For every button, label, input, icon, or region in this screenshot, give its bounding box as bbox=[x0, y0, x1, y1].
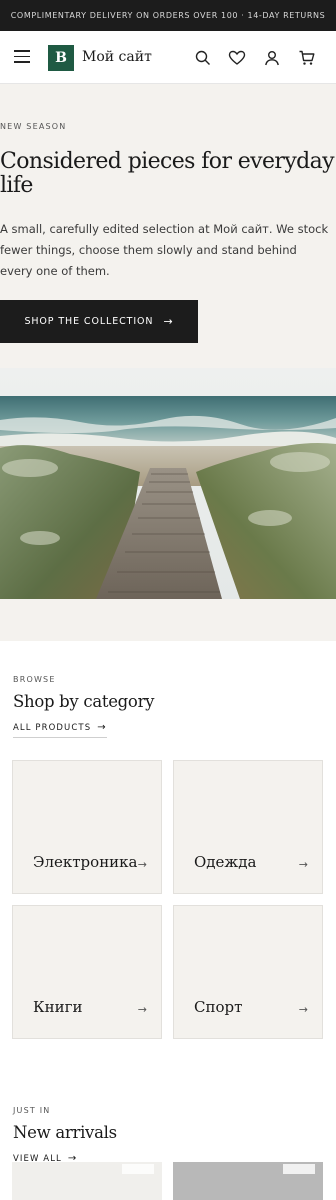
all-products-label: ALL PRODUCTS bbox=[13, 723, 92, 733]
site-header: B Мой сайт bbox=[0, 31, 336, 84]
hero-body: A small, carefully edited selection at М… bbox=[0, 222, 329, 278]
arrow-right-icon: → bbox=[97, 722, 107, 733]
arrow-right-icon: → bbox=[137, 1003, 147, 1016]
site-name[interactable]: Мой сайт bbox=[82, 49, 152, 65]
heart-icon[interactable] bbox=[228, 49, 246, 67]
category-card-books[interactable]: Книги → bbox=[12, 905, 162, 1039]
category-name: Спорт bbox=[194, 998, 243, 1016]
announcement-bar: COMPLIMENTARY DELIVERY ON ORDERS OVER 10… bbox=[0, 0, 336, 31]
category-card-electronics[interactable]: Электроника → bbox=[12, 760, 162, 894]
arrivals-title: New arrivals bbox=[13, 1123, 117, 1142]
product-card[interactable] bbox=[173, 1162, 323, 1200]
categories-title: Shop by category bbox=[13, 692, 155, 711]
product-badge bbox=[283, 1164, 315, 1174]
category-card-sport[interactable]: Спорт → bbox=[173, 905, 323, 1039]
category-name: Книги bbox=[33, 998, 83, 1016]
all-products-link[interactable]: ALL PRODUCTS → bbox=[13, 722, 107, 738]
category-name: Электроника bbox=[33, 853, 138, 871]
hero-title: Considered pieces for everyday life bbox=[0, 149, 335, 198]
shop-collection-button[interactable]: SHOP THE COLLECTION → bbox=[0, 300, 198, 343]
arrivals-eyebrow: JUST IN bbox=[13, 1106, 51, 1115]
categories-eyebrow: BROWSE bbox=[13, 675, 56, 684]
arrow-right-icon: → bbox=[137, 858, 147, 871]
arrow-right-icon: → bbox=[298, 858, 308, 871]
user-icon[interactable] bbox=[263, 49, 281, 67]
category-name: Одежда bbox=[194, 853, 257, 871]
search-icon[interactable] bbox=[194, 49, 212, 67]
category-card-clothing[interactable]: Одежда → bbox=[173, 760, 323, 894]
hero-image bbox=[0, 368, 336, 599]
logo-mark[interactable]: B bbox=[48, 45, 74, 71]
hero-section: NEW SEASON Considered pieces for everyda… bbox=[0, 84, 336, 641]
arrow-right-icon: → bbox=[298, 1003, 308, 1016]
product-badge bbox=[122, 1164, 154, 1174]
arrow-right-icon: → bbox=[163, 315, 174, 328]
hero-eyebrow: NEW SEASON bbox=[0, 122, 67, 131]
menu-icon[interactable] bbox=[14, 50, 30, 64]
product-card[interactable] bbox=[12, 1162, 162, 1200]
cart-icon[interactable] bbox=[298, 49, 316, 67]
cta-label: SHOP THE COLLECTION bbox=[24, 316, 154, 327]
